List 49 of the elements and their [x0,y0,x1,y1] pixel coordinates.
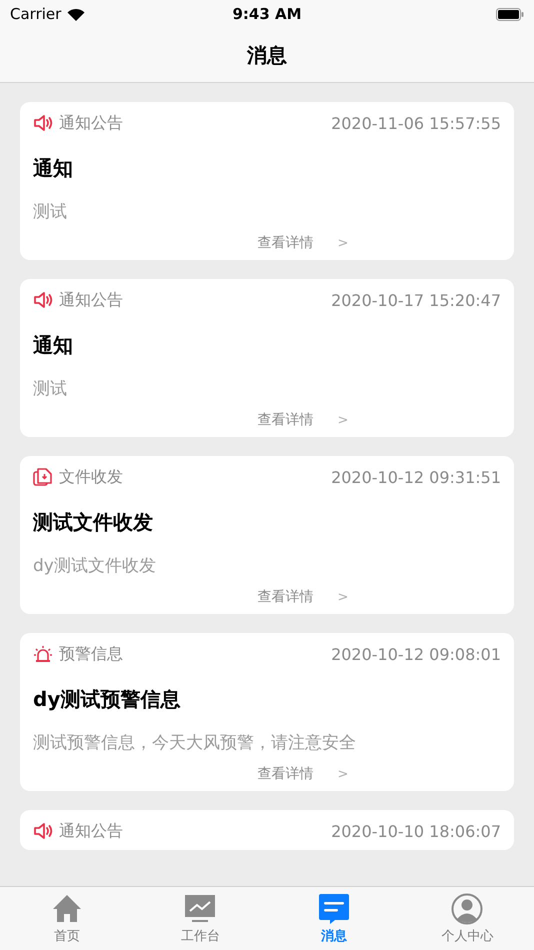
message-card[interactable]: 预警信息 2020-10-12 09:08:01 dy测试预警信息 测试预警信息，今天大风预警，请注意安全 查看详情 > [20,633,514,791]
tab-bar-item[interactable]: 消息 [267,887,400,950]
message-category: 通知公告 [59,290,124,310]
chevron-icon: > [338,766,348,782]
message-time: 2020-10-17 15:20:47 [331,290,501,310]
view-details-link[interactable]: 查看详情 [258,588,314,606]
message-title: 通知 [33,332,74,359]
view-details-link[interactable]: 查看详情 [258,765,314,783]
home-icon [50,892,83,924]
view-details-link[interactable]: 查看详情 [258,234,314,252]
message-time: 2020-10-12 09:08:01 [331,644,501,664]
carrier-name: Carrier [10,5,62,23]
tab-bar-item[interactable]: 个人中心 [400,887,534,950]
battery-icon [496,8,524,20]
speaker-icon [33,291,53,309]
message-time: 2020-10-10 18:06:07 [331,822,501,840]
message-time: 2020-11-06 15:57:55 [331,114,501,132]
wifi-icon [67,8,86,20]
chevron-icon: > [338,590,348,604]
chevron-icon: > [338,412,348,428]
page-title: 消息 [247,42,287,68]
profile-icon [451,892,484,924]
message-title: 通知 [33,155,74,182]
chevron-icon: > [338,236,348,250]
message-body: 测试 [33,201,68,224]
message-card[interactable]: 通知公告 2020-10-10 18:06:07 [20,810,514,850]
message-card[interactable]: 文件收发 2020-10-12 09:31:51 测试文件收发 dy测试文件收发 查看详情 > [20,456,514,614]
tab-bar-item[interactable]: 工作台 [134,887,267,950]
message-card[interactable]: 通知公告 2020-11-06 15:57:55 通知 测试 查看详情 > [20,102,514,260]
status-time: 9:43 AM [232,5,302,23]
speaker-icon [33,822,53,840]
view-details-link[interactable]: 查看详情 [258,411,314,429]
message-category: 通知公告 [59,820,124,842]
message-body: dy测试文件收发 [33,555,157,578]
message-title: dy测试预警信息 [33,686,182,713]
chart-icon [184,892,216,924]
file-icon [33,468,53,486]
message-category: 预警信息 [59,644,124,664]
message-time: 2020-10-12 09:31:51 [331,468,501,486]
alarm-light-icon [33,645,53,663]
message-body: 测试 [33,378,68,401]
speaker-icon [33,114,53,132]
message-card[interactable]: 通知公告 2020-10-17 15:20:47 通知 测试 查看详情 > [20,279,514,437]
message-body: 测试预警信息，今天大风预警，请注意安全 [33,732,357,755]
message-title: 测试文件收发 [33,509,154,536]
message-icon [318,892,350,924]
message-category: 通知公告 [59,112,124,134]
message-category: 文件收发 [59,466,124,488]
tab-bar-item[interactable]: 首页 [0,887,134,950]
